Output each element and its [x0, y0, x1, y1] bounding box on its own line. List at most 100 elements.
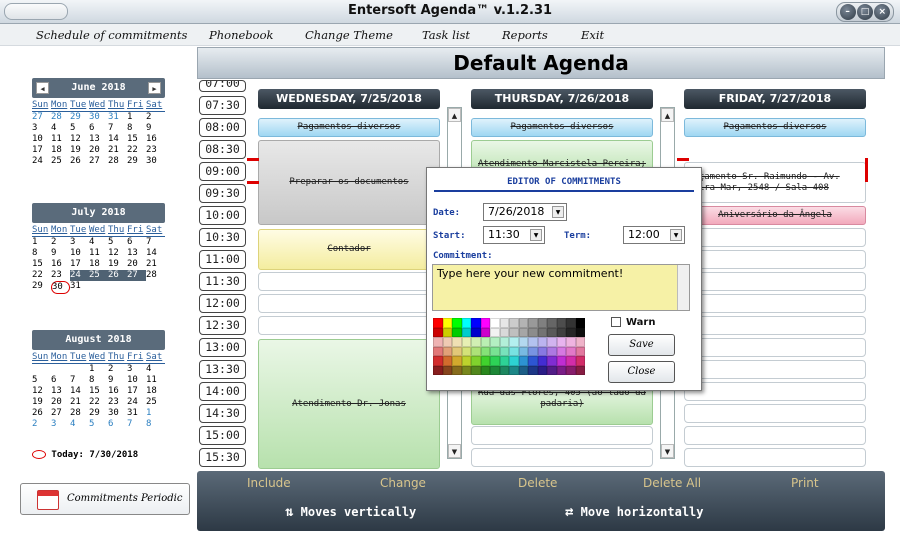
event-fri-pagamentos[interactable]: Pagamentos diversos [684, 118, 866, 137]
calendar-day[interactable]: 11 [146, 375, 165, 386]
calendar-day[interactable]: 17 [32, 145, 51, 156]
calendar-day[interactable]: 29 [32, 281, 51, 294]
calendar-day[interactable]: 10 [127, 375, 146, 386]
palette-swatch[interactable] [442, 356, 452, 366]
palette-swatch[interactable] [433, 337, 443, 347]
palette-swatch[interactable] [556, 346, 566, 356]
calendar-day[interactable]: 1 [89, 364, 108, 375]
calendar-day[interactable]: 8 [146, 419, 165, 430]
palette-swatch[interactable] [575, 365, 585, 375]
calendar-day[interactable]: 9 [51, 248, 70, 259]
include-button[interactable]: Include [247, 476, 291, 490]
palette-swatch[interactable] [471, 365, 481, 375]
time-slot-label[interactable]: 12:30 [199, 316, 246, 335]
palette-swatch[interactable] [452, 356, 462, 366]
time-slot-label[interactable]: 15:30 [199, 448, 246, 467]
calendar-day[interactable]: 28 [70, 408, 89, 419]
calendar-day[interactable]: 6 [51, 375, 70, 386]
time-slot-label[interactable]: 14:30 [199, 404, 246, 423]
palette-swatch[interactable] [433, 356, 443, 366]
calendar-day[interactable]: 25 [51, 156, 70, 167]
scroll-up-icon[interactable]: ▲ [448, 108, 461, 122]
palette-swatch[interactable] [537, 365, 547, 375]
empty-time-slot[interactable] [684, 272, 866, 291]
calendar-day[interactable]: 31 [108, 112, 127, 123]
calendar-day[interactable]: 9 [108, 375, 127, 386]
palette-swatch[interactable] [575, 356, 585, 366]
scroll-down-icon[interactable]: ▼ [448, 444, 461, 458]
calendar-day[interactable]: 6 [127, 237, 146, 248]
palette-swatch[interactable] [499, 318, 509, 328]
palette-swatch[interactable] [499, 327, 509, 337]
time-slot-label[interactable]: 14:00 [199, 382, 246, 401]
calendar-day[interactable]: 7 [70, 375, 89, 386]
palette-swatch[interactable] [509, 327, 519, 337]
palette-swatch[interactable] [461, 318, 471, 328]
delete-button[interactable]: Delete [518, 476, 557, 490]
calendar-day[interactable]: 30 [146, 156, 165, 167]
time-slot-label[interactable]: 12:00 [199, 294, 246, 313]
palette-swatch[interactable] [547, 318, 557, 328]
time-slot-label[interactable]: 11:30 [199, 272, 246, 291]
calendar-day[interactable]: 4 [51, 123, 70, 134]
calendar-day[interactable]: 3 [127, 364, 146, 375]
calendar-day[interactable]: 8 [32, 248, 51, 259]
calendar-day[interactable]: 5 [89, 419, 108, 430]
calendar-day[interactable]: 26 [32, 408, 51, 419]
palette-swatch[interactable] [433, 365, 443, 375]
calendar-day[interactable]: 9 [146, 123, 165, 134]
calendar-day[interactable]: 16 [51, 259, 70, 270]
empty-time-slot[interactable] [684, 426, 866, 445]
calendar-day[interactable]: 29 [70, 112, 89, 123]
calendar-day[interactable]: 1 [127, 112, 146, 123]
palette-swatch[interactable] [556, 327, 566, 337]
event-wed-pagamentos[interactable]: Pagamentos diversos [258, 118, 440, 137]
calendar-day[interactable]: 24 [70, 270, 89, 281]
prev-month-icon[interactable]: ◀ [36, 82, 49, 94]
calendar-day[interactable]: 14 [70, 386, 89, 397]
calendar-day[interactable]: 20 [127, 259, 146, 270]
time-slot-label[interactable]: 08:30 [199, 140, 246, 159]
palette-swatch[interactable] [528, 327, 538, 337]
calendar-day[interactable]: 21 [146, 259, 165, 270]
palette-swatch[interactable] [471, 356, 481, 366]
calendar-day[interactable]: 11 [51, 134, 70, 145]
calendar-day[interactable]: 19 [32, 397, 51, 408]
next-month-icon[interactable]: ▶ [148, 82, 161, 94]
palette-swatch[interactable] [528, 356, 538, 366]
calendar-day[interactable]: 18 [89, 259, 108, 270]
palette-swatch[interactable] [461, 346, 471, 356]
menu-reports[interactable]: Reports [502, 28, 548, 42]
calendar-day[interactable]: 1 [32, 237, 51, 248]
scroll-up-icon[interactable]: ▲ [661, 108, 674, 122]
calendar-day[interactable]: 2 [146, 112, 165, 123]
palette-swatch[interactable] [528, 318, 538, 328]
event-wed-contador[interactable]: Contador [258, 229, 440, 270]
time-slot-label[interactable]: 08:00 [199, 118, 246, 137]
calendar-day[interactable]: 14 [146, 248, 165, 259]
palette-swatch[interactable] [442, 365, 452, 375]
palette-swatch[interactable] [547, 356, 557, 366]
time-slot-label[interactable]: 15:00 [199, 426, 246, 445]
calendar-day[interactable]: 26 [70, 156, 89, 167]
palette-swatch[interactable] [480, 327, 490, 337]
time-slot-label[interactable]: 10:30 [199, 228, 246, 247]
calendar-day[interactable]: 13 [89, 134, 108, 145]
palette-swatch[interactable] [442, 346, 452, 356]
palette-swatch[interactable] [433, 346, 443, 356]
calendar-day[interactable]: 15 [127, 134, 146, 145]
calendar-day[interactable]: 3 [32, 123, 51, 134]
menu-schedule[interactable]: Schedule of commitments [36, 28, 187, 42]
time-slot-label[interactable]: 10:00 [199, 206, 246, 225]
palette-swatch[interactable] [499, 356, 509, 366]
palette-swatch[interactable] [537, 346, 547, 356]
palette-swatch[interactable] [509, 337, 519, 347]
palette-swatch[interactable] [471, 337, 481, 347]
calendar-day[interactable]: 10 [70, 248, 89, 259]
close-icon[interactable]: × [874, 4, 891, 20]
calendar-day[interactable]: 29 [127, 156, 146, 167]
calendar-day[interactable]: 4 [146, 364, 165, 375]
time-slot-label[interactable]: 13:00 [199, 338, 246, 357]
palette-swatch[interactable] [547, 337, 557, 347]
palette-swatch[interactable] [575, 318, 585, 328]
